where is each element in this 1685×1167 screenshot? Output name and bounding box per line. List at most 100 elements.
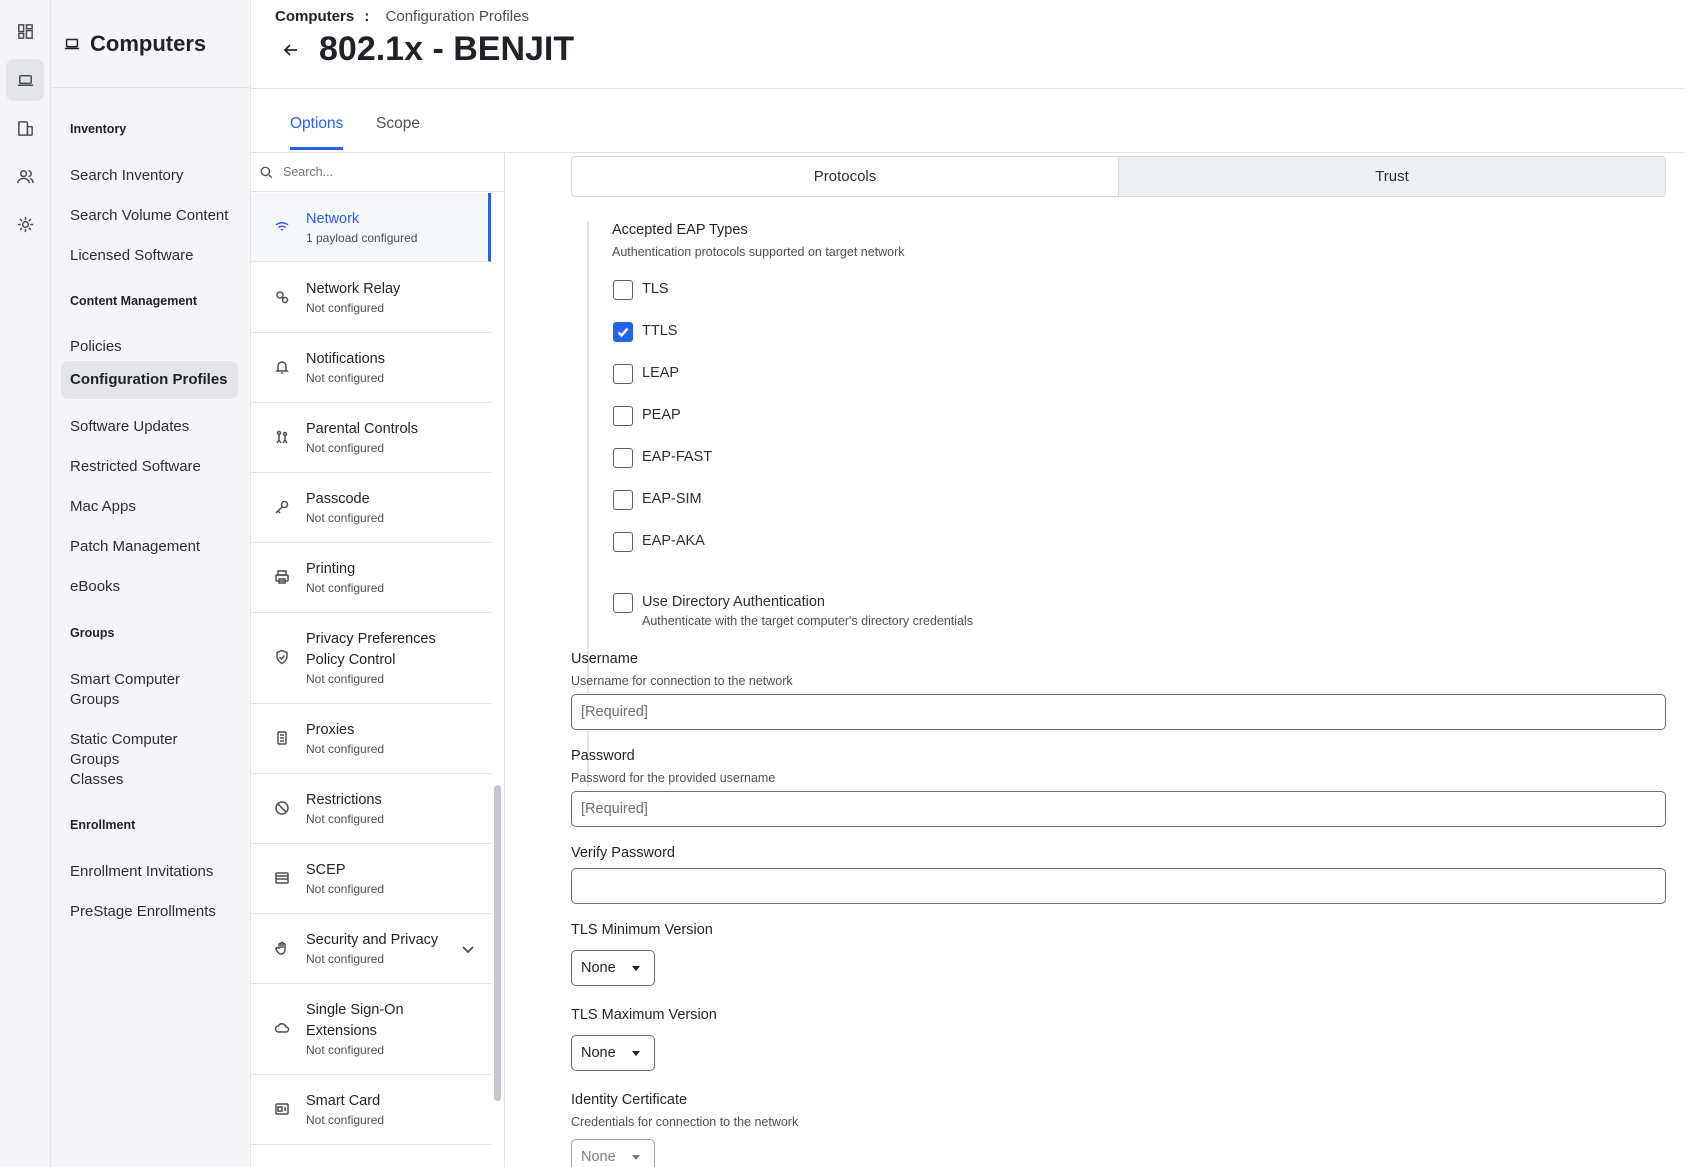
sidebar-item-licensed-software[interactable]: Licensed Software xyxy=(61,237,238,275)
payload-item-single-sign-on[interactable]: Single Sign-On Extensions Not configured xyxy=(251,984,491,1075)
segmented-control: Protocols Trust xyxy=(571,156,1666,197)
payload-item-proxies[interactable]: Proxies Not configured xyxy=(251,704,491,774)
payload-item-security-and-privacy[interactable]: Security and Privacy Not configured xyxy=(251,914,491,984)
printer-icon xyxy=(274,569,290,585)
back-arrow-icon[interactable] xyxy=(281,40,301,60)
config-panel: Protocols Trust Accepted EAP Types Authe… xyxy=(505,153,1685,1167)
sidebar-item-configuration-profiles[interactable]: Configuration Profiles xyxy=(61,361,238,399)
password-field[interactable] xyxy=(571,791,1666,827)
section-title: Computers xyxy=(90,30,207,56)
sidebar-heading-inventory: Inventory xyxy=(70,122,127,136)
sidebar-item-prestage-enrollments[interactable]: PreStage Enrollments xyxy=(61,893,238,931)
segment-protocols[interactable]: Protocols xyxy=(572,157,1118,196)
tab-options[interactable]: Options xyxy=(290,115,344,150)
checkbox-directory-auth[interactable] xyxy=(613,593,633,613)
sidebar-item-classes[interactable]: Classes xyxy=(61,761,238,799)
checkbox-eap-sim[interactable] xyxy=(613,490,633,510)
payload-item-parental-controls[interactable]: Parental Controls Not configured xyxy=(251,403,491,473)
laptop-icon xyxy=(64,38,80,49)
laptop-icon[interactable] xyxy=(6,59,44,101)
identity-cert-select[interactable]: None xyxy=(571,1139,655,1167)
block-icon xyxy=(274,800,290,816)
tab-bar: Options Scope xyxy=(251,89,1685,153)
verify-password-field[interactable] xyxy=(571,868,1666,904)
segment-trust[interactable]: Trust xyxy=(1118,157,1665,196)
checkbox-leap[interactable] xyxy=(613,364,633,384)
breadcrumb-root[interactable]: Computers xyxy=(275,8,354,25)
payload-item-scep[interactable]: SCEP Not configured xyxy=(251,844,491,914)
dashboard-icon[interactable] xyxy=(6,10,44,52)
sidebar-heading-content-management: Content Management xyxy=(70,294,198,308)
payload-item-network[interactable]: Network 1 payload configured xyxy=(251,193,491,262)
username-field[interactable] xyxy=(571,694,1666,730)
checkbox-eap-fast[interactable] xyxy=(613,448,633,468)
payload-name: Proxies xyxy=(306,722,355,738)
checkbox-peap[interactable] xyxy=(613,406,633,426)
page-header: Computers : Configuration Profiles 802.1… xyxy=(251,0,1685,89)
payload-name: Smart Card xyxy=(306,1093,381,1109)
tls-max-label: TLS Maximum Version xyxy=(571,1007,717,1023)
caret-down-icon xyxy=(632,966,640,971)
sidebar-item-search-volume-content[interactable]: Search Volume Content xyxy=(61,197,238,235)
identity-cert-hint: Credentials for connection to the networ… xyxy=(571,1115,799,1129)
search-icon xyxy=(260,166,273,178)
checkbox-label-eap-sim: EAP-SIM xyxy=(642,491,702,507)
users-icon[interactable] xyxy=(6,155,44,197)
payload-item-restrictions[interactable]: Restrictions Not configured xyxy=(251,774,491,844)
chevron-down-icon[interactable] xyxy=(461,942,475,956)
checkbox-ttls[interactable] xyxy=(613,322,633,342)
breadcrumb: Computers : Configuration Profiles xyxy=(275,8,529,25)
sidebar-item-enrollment-invitations[interactable]: Enrollment Invitations xyxy=(61,853,238,891)
bell-icon xyxy=(274,359,290,375)
payload-name: Privacy Preferences Policy Control xyxy=(306,631,436,668)
tab-scope[interactable]: Scope xyxy=(376,115,420,147)
checkbox-label-tls: TLS xyxy=(642,281,669,297)
payload-status: Not configured xyxy=(306,1113,385,1127)
payload-list-scrollbar[interactable] xyxy=(494,785,501,1101)
payload-status: Not configured xyxy=(306,882,385,896)
payload-search-input[interactable] xyxy=(283,165,483,179)
payload-name: Network Relay xyxy=(306,281,401,297)
sidebar-item-patch-management[interactable]: Patch Management xyxy=(61,528,238,566)
server-icon xyxy=(274,730,290,746)
eap-types-hint: Authentication protocols supported on ta… xyxy=(612,245,905,259)
payload-search xyxy=(251,153,504,192)
wifi-icon xyxy=(274,219,290,235)
check-icon xyxy=(617,327,629,338)
tls-max-select[interactable]: None xyxy=(571,1035,655,1071)
sidebar-heading-enrollment: Enrollment xyxy=(70,818,136,832)
sidebar-item-search-inventory[interactable]: Search Inventory xyxy=(61,157,238,195)
username-label: Username xyxy=(571,651,638,667)
username-hint: Username for connection to the network xyxy=(571,674,793,688)
payload-item-smart-card[interactable]: Smart Card Not configured xyxy=(251,1075,491,1145)
sidebar-item-mac-apps[interactable]: Mac Apps xyxy=(61,488,238,526)
password-label: Password xyxy=(571,748,635,764)
nav-rail xyxy=(0,0,51,1167)
identity-cert-value: None xyxy=(581,1149,616,1165)
checkbox-tls[interactable] xyxy=(613,280,633,300)
gear-icon[interactable] xyxy=(6,203,44,245)
checkbox-label-leap: LEAP xyxy=(642,365,680,381)
sidebar-item-software-updates[interactable]: Software Updates xyxy=(61,408,238,446)
checkbox-eap-aka[interactable] xyxy=(613,532,633,552)
smart-card-icon xyxy=(274,1101,290,1117)
payload-item-passcode[interactable]: Passcode Not configured xyxy=(251,473,491,543)
payload-item-notifications[interactable]: Notifications Not configured xyxy=(251,333,491,403)
payload-name: Security and Privacy xyxy=(306,932,439,948)
payload-item-privacy-preferences[interactable]: Privacy Preferences Policy Control Not c… xyxy=(251,613,491,704)
payload-item-network-relay[interactable]: Network Relay Not configured xyxy=(251,263,491,333)
payload-status: Not configured xyxy=(306,581,385,595)
payload-item-printing[interactable]: Printing Not configured xyxy=(251,543,491,613)
sidebar-item-smart-computer-groups[interactable]: Smart Computer Groups xyxy=(61,661,211,719)
sidebar-item-ebooks[interactable]: eBooks xyxy=(61,568,238,606)
sidebar-header: Computers xyxy=(51,0,250,88)
devices-icon[interactable] xyxy=(6,107,44,149)
tls-min-select[interactable]: None xyxy=(571,950,655,986)
eap-types-label: Accepted EAP Types xyxy=(612,222,748,238)
tls-max-value: None xyxy=(581,1045,616,1061)
sidebar-item-restricted-software[interactable]: Restricted Software xyxy=(61,448,238,486)
checkbox-label-eap-fast: EAP-FAST xyxy=(642,449,713,465)
directory-auth-label: Use Directory Authentication xyxy=(642,594,825,610)
verify-password-label: Verify Password xyxy=(571,845,675,861)
caret-down-icon xyxy=(632,1155,640,1160)
